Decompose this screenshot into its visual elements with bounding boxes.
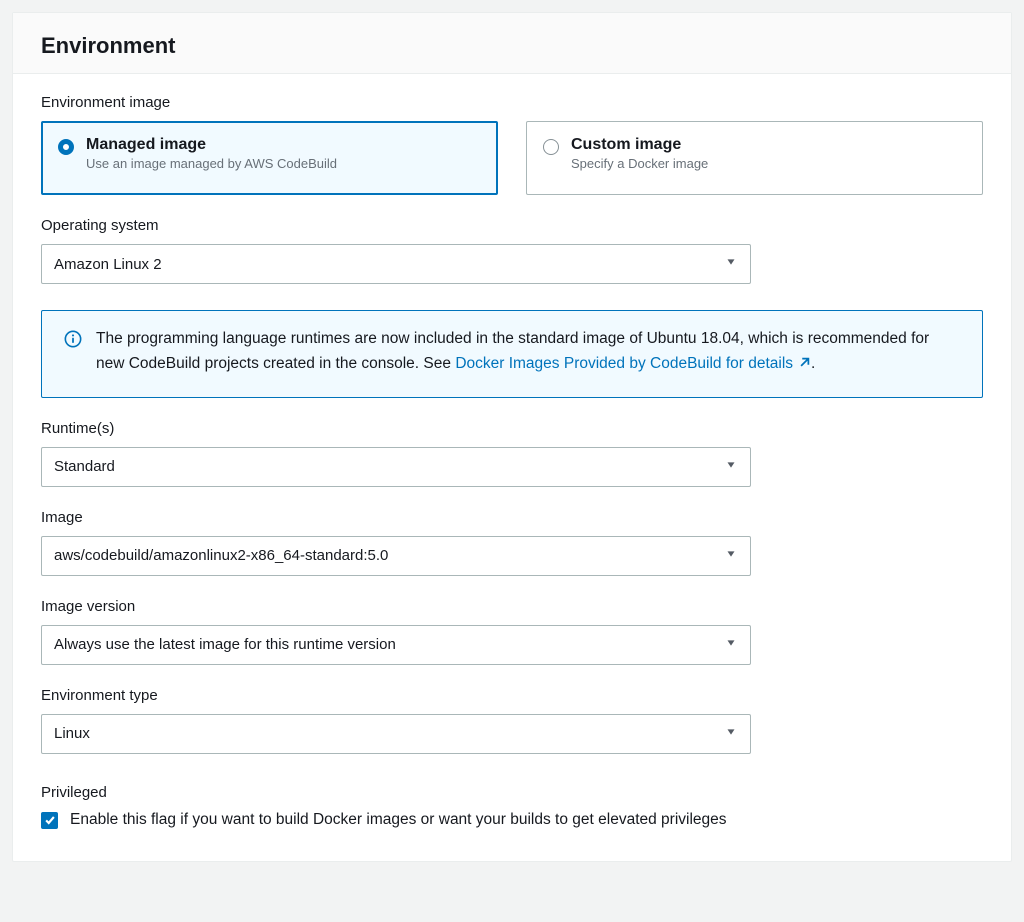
- operating-system-value: Amazon Linux 2: [54, 256, 162, 273]
- external-link-icon: [797, 354, 811, 379]
- custom-image-desc: Specify a Docker image: [571, 156, 708, 171]
- custom-image-title: Custom image: [571, 136, 708, 154]
- caret-down-icon: [724, 636, 738, 654]
- managed-image-tile[interactable]: Managed image Use an image managed by AW…: [41, 121, 498, 195]
- image-version-value: Always use the latest image for this run…: [54, 636, 396, 653]
- panel-title: Environment: [41, 33, 983, 59]
- docker-images-link[interactable]: Docker Images Provided by CodeBuild for …: [455, 355, 811, 372]
- managed-image-radio[interactable]: [58, 139, 74, 155]
- environment-image-label: Environment image: [41, 94, 983, 111]
- image-version-select[interactable]: Always use the latest image for this run…: [41, 625, 751, 665]
- operating-system-select[interactable]: Amazon Linux 2: [41, 244, 751, 284]
- custom-image-radio[interactable]: [543, 139, 559, 155]
- image-value: aws/codebuild/amazonlinux2-x86_64-standa…: [54, 547, 388, 564]
- managed-image-title: Managed image: [86, 136, 337, 154]
- image-select[interactable]: aws/codebuild/amazonlinux2-x86_64-standa…: [41, 536, 751, 576]
- environment-image-options: Managed image Use an image managed by AW…: [41, 121, 983, 195]
- privileged-checkbox[interactable]: [41, 812, 58, 829]
- privileged-row: Enable this flag if you want to build Do…: [41, 809, 983, 831]
- privileged-description: Enable this flag if you want to build Do…: [70, 809, 727, 831]
- runtime-value: Standard: [54, 458, 115, 475]
- custom-image-tile[interactable]: Custom image Specify a Docker image: [526, 121, 983, 195]
- environment-type-value: Linux: [54, 725, 90, 742]
- panel-body: Environment image Managed image Use an i…: [13, 74, 1011, 861]
- info-text: The programming language runtimes are no…: [96, 327, 960, 379]
- panel-header: Environment: [13, 13, 1011, 74]
- runtime-select[interactable]: Standard: [41, 447, 751, 487]
- caret-down-icon: [724, 547, 738, 565]
- privileged-label: Privileged: [41, 784, 983, 801]
- environment-type-label: Environment type: [41, 687, 983, 704]
- image-label: Image: [41, 509, 983, 526]
- caret-down-icon: [724, 255, 738, 273]
- managed-image-desc: Use an image managed by AWS CodeBuild: [86, 156, 337, 171]
- caret-down-icon: [724, 725, 738, 743]
- environment-type-select[interactable]: Linux: [41, 714, 751, 754]
- operating-system-label: Operating system: [41, 217, 983, 234]
- caret-down-icon: [724, 458, 738, 476]
- info-alert: The programming language runtimes are no…: [41, 310, 983, 398]
- info-text-after: .: [811, 355, 815, 372]
- environment-panel: Environment Environment image Managed im…: [12, 12, 1012, 862]
- runtime-label: Runtime(s): [41, 420, 983, 437]
- image-version-label: Image version: [41, 598, 983, 615]
- info-icon: [64, 330, 82, 348]
